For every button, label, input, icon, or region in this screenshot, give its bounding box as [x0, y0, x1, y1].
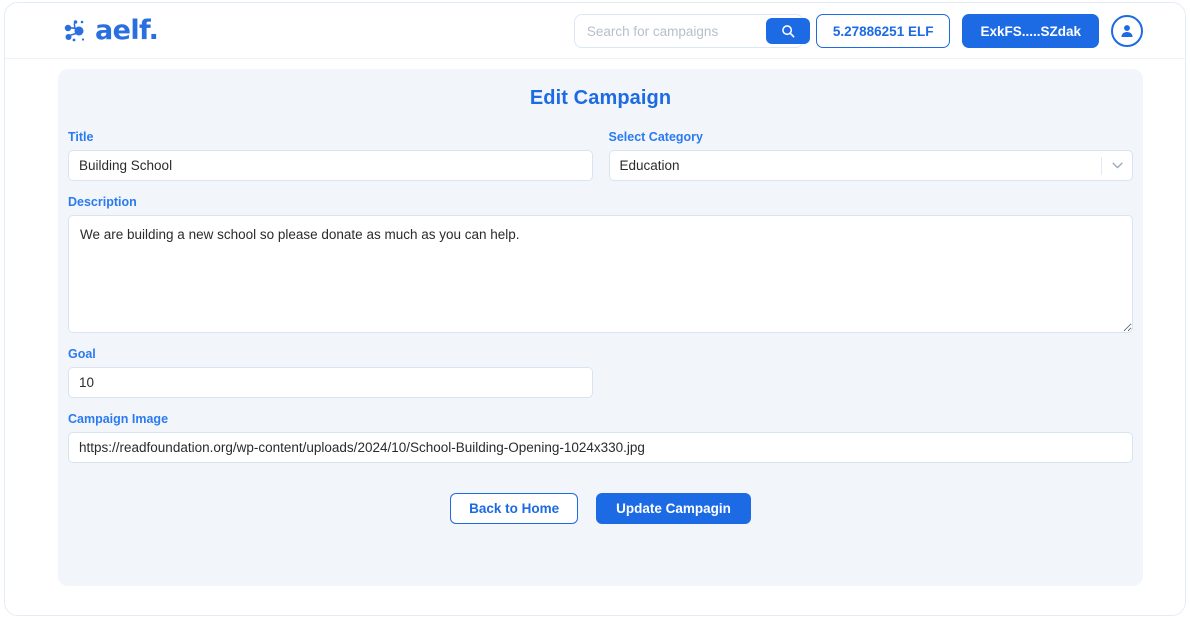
- form-row-title-category: Title Select Category Education: [68, 130, 1133, 181]
- top-navigation-bar: aelf. 5.27886251 ELF ExkFS.....SZdak: [5, 3, 1185, 59]
- goal-input[interactable]: [68, 367, 593, 398]
- back-to-home-button[interactable]: Back to Home: [450, 493, 579, 524]
- brand-name: aelf.: [95, 15, 159, 46]
- description-label: Description: [68, 195, 137, 209]
- title-label: Title: [68, 130, 94, 144]
- update-campaign-button[interactable]: Update Campagin: [596, 493, 751, 524]
- chevron-down-icon: [1111, 162, 1123, 169]
- category-label: Select Category: [608, 130, 703, 144]
- campaign-image-input[interactable]: [68, 432, 1133, 463]
- form-actions: Back to Home Update Campagin: [68, 493, 1133, 524]
- search-box[interactable]: [573, 14, 810, 48]
- category-selected-value: Education: [619, 158, 680, 173]
- wallet-balance-button[interactable]: 5.27886251 ELF: [815, 14, 951, 48]
- field-campaign-image: Campaign Image: [68, 412, 1133, 463]
- user-avatar-icon: [1121, 25, 1133, 37]
- field-description: Description: [68, 195, 1133, 333]
- search-icon: [782, 25, 795, 38]
- user-avatar-button[interactable]: [1111, 15, 1143, 47]
- wallet-address-button[interactable]: ExkFS.....SZdak: [962, 14, 1099, 48]
- edit-campaign-form: Title Select Category Education: [58, 130, 1143, 524]
- field-title: Title: [68, 130, 593, 181]
- app-window: aelf. 5.27886251 ELF ExkFS.....SZdak: [4, 2, 1186, 616]
- title-input[interactable]: [68, 150, 593, 181]
- page-body: Edit Campaign Title Select Category Educ…: [5, 59, 1185, 615]
- topbar-actions: 5.27886251 ELF ExkFS.....SZdak: [573, 3, 1143, 59]
- page-title: Edit Campaign: [529, 87, 672, 109]
- field-goal: Goal: [68, 347, 1133, 398]
- description-textarea[interactable]: [68, 215, 1133, 333]
- category-dropdown-arrow[interactable]: [1102, 162, 1132, 169]
- aelf-dots-logo-icon: [64, 19, 85, 41]
- brand-logo[interactable]: aelf.: [63, 15, 159, 46]
- goal-label: Goal: [68, 347, 96, 361]
- edit-campaign-card: Edit Campaign Title Select Category Educ…: [58, 69, 1143, 586]
- search-input[interactable]: [577, 22, 766, 40]
- field-category: Select Category Education: [608, 130, 1133, 181]
- category-select[interactable]: Education: [608, 150, 1133, 181]
- campaign-image-label: Campaign Image: [68, 412, 169, 426]
- search-button[interactable]: [765, 18, 810, 44]
